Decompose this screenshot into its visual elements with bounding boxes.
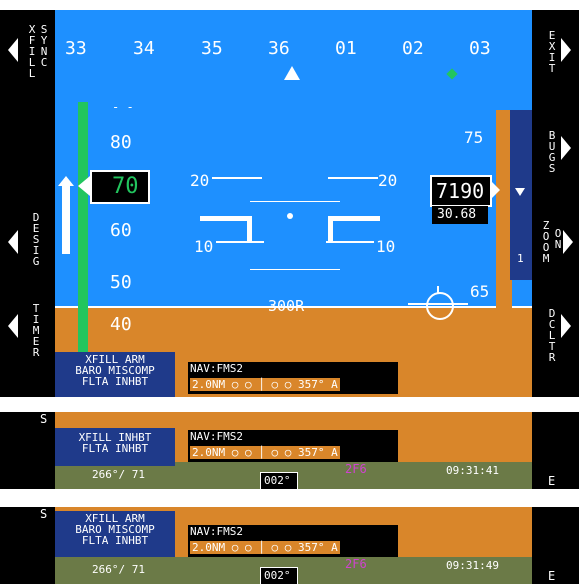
airspeed-tick-60: 60	[110, 220, 132, 241]
airspeed-tick-80: 80	[110, 132, 132, 153]
softkey-zoom[interactable]: Z O O M	[540, 220, 552, 264]
airspeed-tick-50: 50	[110, 272, 132, 293]
altitude-tick-65: 65	[470, 282, 490, 301]
pitch-label-20-left: 20	[190, 171, 210, 190]
range-label: 300R	[268, 297, 305, 315]
heading-pointer-icon	[284, 66, 300, 80]
airspeed-readout: 70	[90, 170, 150, 204]
heading-label-02: 02	[402, 38, 424, 59]
softkey-right-arrow-2-icon[interactable]	[561, 136, 571, 160]
softkey-bugs[interactable]: B U G S	[546, 130, 558, 174]
nav-box-2: NAV:FMS2 2.0NM ○ ○ │ ○ ○ 357° A	[188, 430, 398, 462]
message-box-3: XFILL ARM BARO MISCOMP FLTA INHBT	[55, 511, 175, 557]
softkey-dcltr[interactable]: D C L T R	[546, 308, 558, 363]
heading-label-35: 35	[201, 38, 223, 59]
heading-box-3: 002°	[260, 567, 298, 584]
message-box-1: XFILL ARM BARO MISCOMP FLTA INHBT	[55, 352, 175, 397]
airspeed-tick-40: 40	[110, 314, 132, 335]
nav-box-3: NAV:FMS2 2.0NM ○ ○ │ ○ ○ 357° A	[188, 525, 398, 557]
softkey-right-arrow-3-icon[interactable]	[563, 230, 573, 254]
softkey-left-arrow-1-icon[interactable]	[8, 38, 18, 62]
course-diamond-icon	[446, 68, 458, 80]
aircraft-symbol-icon	[200, 210, 380, 250]
softkey-exit[interactable]: E X I T	[546, 30, 558, 74]
airspeed-tape: - - 80 60 50 40	[110, 100, 134, 335]
strip-3: S XFILL ARM BARO MISCOMP FLTA INHBT NAV:…	[0, 507, 579, 584]
heading-label-36: 36	[268, 38, 290, 59]
altitude-readout: 7190	[430, 175, 492, 207]
pfd-panel: 33 34 35 36 01 02 03 X F I L L S Y N C D…	[0, 10, 579, 397]
heading-label-03: 03	[469, 38, 491, 59]
heading-label-34: 34	[133, 38, 155, 59]
softkey-left-arrow-3-icon[interactable]	[8, 314, 18, 338]
softkey-right-arrow-4-icon[interactable]	[561, 314, 571, 338]
vsi-bug-label: 1	[517, 252, 524, 265]
strip-2: S XFILL INHBT FLTA INHBT NAV:FMS2 2.0NM …	[0, 412, 579, 489]
softkey-timer[interactable]: T I M E R	[30, 303, 42, 358]
pitch-label-20-right: 20	[378, 171, 398, 190]
softkey-desig[interactable]: D E S I G	[30, 212, 42, 267]
altitude-tick-75: 75	[464, 128, 484, 147]
heading-label-01: 01	[335, 38, 357, 59]
heading-box-2: 002°	[260, 472, 298, 489]
vsi-pointer-icon	[515, 188, 525, 196]
heading-label-33: 33	[65, 38, 87, 59]
message-box-2: XFILL INHBT FLTA INHBT	[55, 428, 175, 466]
nav-box-1: NAV:FMS2 2.0NM ○ ○ │ ○ ○ 357° A	[188, 362, 398, 394]
speed-trend-indicator	[62, 184, 70, 254]
softkey-left-arrow-2-icon[interactable]	[8, 230, 18, 254]
softkey-sync[interactable]: S Y N C	[38, 24, 50, 68]
softkey-xfill[interactable]: X F I L L	[26, 24, 38, 79]
baro-readout: 30.68	[432, 206, 488, 224]
softkey-right-arrow-1-icon[interactable]	[561, 38, 571, 62]
